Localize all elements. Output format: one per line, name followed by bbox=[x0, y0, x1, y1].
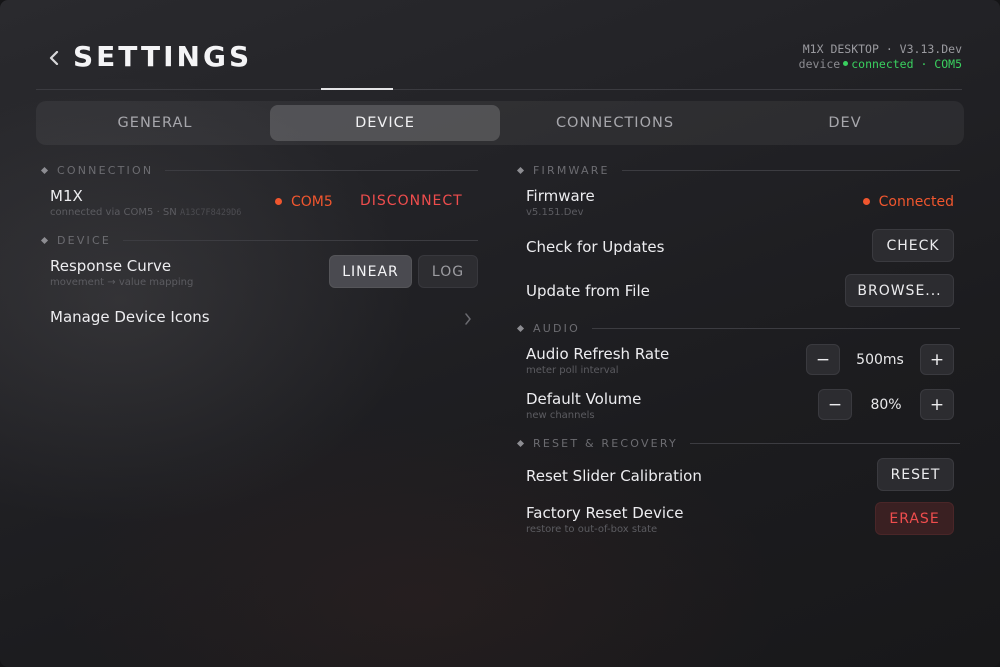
page-title: SETTINGS bbox=[73, 40, 253, 73]
section-divider bbox=[621, 169, 960, 171]
section-title-connection: CONNECTION bbox=[57, 163, 154, 177]
section-divider bbox=[689, 442, 960, 444]
firmware-status-text: Connected bbox=[878, 194, 954, 210]
default-volume-row: Default Volume new channels − 80% + bbox=[526, 389, 960, 426]
diamond-icon bbox=[516, 324, 525, 332]
tab-dev[interactable]: DEV bbox=[730, 105, 960, 141]
diamond-icon bbox=[516, 166, 525, 174]
section-audio: AUDIO bbox=[516, 318, 960, 338]
volume-decrement-button[interactable]: − bbox=[818, 389, 852, 420]
section-title-reset: RESET & RECOVERY bbox=[533, 436, 678, 450]
refresh-rate-value: 500ms bbox=[856, 351, 904, 368]
response-curve-sub: movement → value mapping bbox=[50, 277, 194, 288]
section-connection: CONNECTION bbox=[40, 160, 478, 180]
firmware-status: Connected bbox=[862, 194, 954, 210]
section-divider bbox=[123, 239, 478, 241]
default-volume-stepper: − 80% + bbox=[818, 389, 954, 420]
settings-window: SETTINGS M1X DESKTOP · V3.13.Dev device c… bbox=[0, 0, 1000, 667]
device-connection-row: M1X connected via COM5 · SN A13C7F8429D6… bbox=[50, 187, 478, 223]
diamond-icon bbox=[40, 236, 49, 244]
disconnect-button[interactable]: DISCONNECT bbox=[360, 193, 463, 209]
left-column: CONNECTION M1X connected via COM5 · SN A… bbox=[40, 160, 478, 360]
back-chevron-icon[interactable] bbox=[44, 47, 64, 69]
device-status: device connected · COM5 bbox=[799, 57, 962, 72]
port-label: COM5 bbox=[291, 194, 333, 210]
refresh-rate-stepper: − 500ms + bbox=[806, 344, 954, 375]
response-curve-label: Response Curve bbox=[50, 257, 172, 275]
app-info: M1X DESKTOP · V3.13.Dev device connected … bbox=[799, 42, 962, 72]
connection-info-text: connected via COM5 · SN bbox=[50, 207, 177, 218]
port-status-dot-icon bbox=[275, 197, 282, 205]
refresh-rate-decrement-button[interactable]: − bbox=[806, 344, 840, 375]
section-title-audio: AUDIO bbox=[533, 321, 580, 335]
volume-increment-button[interactable]: + bbox=[920, 389, 954, 420]
manage-device-icons-row[interactable]: Manage Device Icons bbox=[50, 308, 478, 332]
header-accent-line bbox=[321, 88, 393, 90]
section-divider bbox=[591, 327, 960, 329]
header: SETTINGS M1X DESKTOP · V3.13.Dev device c… bbox=[0, 0, 1000, 92]
response-curve-row: Response Curve movement → value mapping … bbox=[50, 255, 478, 293]
refresh-rate-increment-button[interactable]: + bbox=[920, 344, 954, 375]
app-version: M1X DESKTOP · V3.13.Dev bbox=[802, 42, 962, 56]
diamond-icon bbox=[40, 166, 49, 174]
header-divider bbox=[36, 89, 962, 90]
section-device: DEVICE bbox=[40, 230, 478, 250]
erase-button[interactable]: ERASE bbox=[875, 502, 954, 535]
manage-device-icons-label: Manage Device Icons bbox=[50, 308, 210, 326]
linear-button[interactable]: LINEAR bbox=[329, 255, 412, 288]
device-serial: A13C7F8429D6 bbox=[179, 208, 242, 218]
tab-device[interactable]: DEVICE bbox=[270, 105, 500, 141]
volume-value: 80% bbox=[870, 396, 902, 413]
firmware-status-dot-icon bbox=[862, 197, 870, 205]
log-button[interactable]: LOG bbox=[418, 255, 478, 288]
section-divider bbox=[165, 169, 478, 171]
firmware-row: Firmware v5.151.Dev Connected bbox=[526, 187, 960, 223]
check-button[interactable]: CHECK bbox=[872, 229, 954, 262]
port-indicator: COM5 bbox=[275, 194, 333, 210]
section-reset-recovery: RESET & RECOVERY bbox=[516, 433, 960, 453]
device-status-text: connected · COM5 bbox=[851, 57, 962, 71]
tab-bar: GENERAL DEVICE CONNECTIONS DEV bbox=[36, 101, 964, 145]
right-column: FIRMWARE Firmware v5.151.Dev Connected C… bbox=[516, 160, 960, 560]
chevron-right-icon bbox=[464, 310, 472, 329]
diamond-icon bbox=[516, 439, 525, 447]
check-updates-row: Check for Updates CHECK bbox=[526, 229, 960, 262]
tab-general[interactable]: GENERAL bbox=[40, 105, 270, 141]
section-title-device: DEVICE bbox=[57, 233, 112, 247]
section-firmware: FIRMWARE bbox=[516, 160, 960, 180]
tab-connections[interactable]: CONNECTIONS bbox=[500, 105, 730, 141]
device-status-prefix: device bbox=[798, 57, 841, 71]
status-dot-icon bbox=[843, 61, 849, 66]
section-title-firmware: FIRMWARE bbox=[533, 163, 610, 177]
reset-button[interactable]: RESET bbox=[877, 458, 954, 491]
factory-reset-row: Factory Reset Device restore to out-of-b… bbox=[526, 502, 960, 540]
update-file-row: Update from File BROWSE... bbox=[526, 274, 960, 307]
reset-slider-row: Reset Slider Calibration RESET bbox=[526, 458, 960, 491]
browse-button[interactable]: BROWSE... bbox=[845, 274, 954, 307]
audio-refresh-row: Audio Refresh Rate meter poll interval −… bbox=[526, 344, 960, 381]
